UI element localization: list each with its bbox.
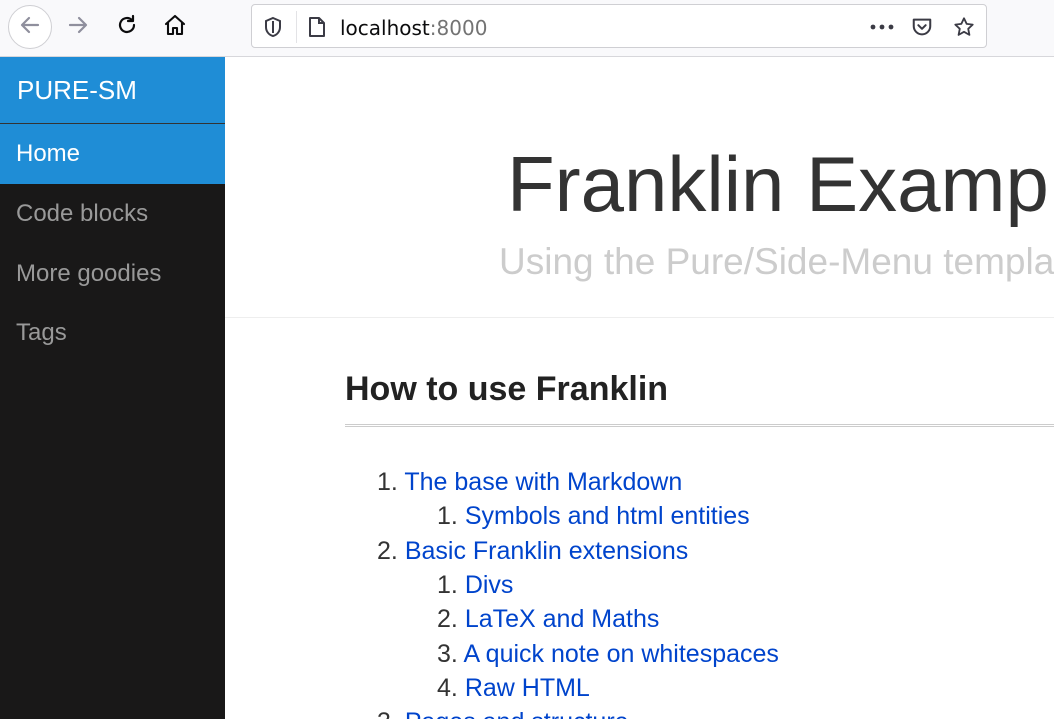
section-heading: How to use Franklin	[345, 370, 669, 408]
page-icon	[306, 16, 328, 38]
url-separator	[296, 11, 297, 43]
toc-number: 1.	[437, 571, 458, 599]
pocket-icon[interactable]	[911, 16, 933, 38]
toc-link-symbols[interactable]: Symbols and html entities	[465, 502, 750, 530]
url-text[interactable]: localhost:8000	[340, 17, 487, 39]
page-header: Franklin Exampl Using the Pure/Side-Menu…	[225, 57, 1054, 318]
toc-link-latex-maths[interactable]: LaTeX and Maths	[465, 605, 660, 633]
menu-item-tags[interactable]: Tags	[0, 303, 225, 363]
toc-number: 3.	[377, 707, 398, 719]
side-menu: PURE-SM Home Code blocks More goodies Ta…	[0, 57, 225, 719]
toc-item: 1. Symbols and html entities	[437, 501, 750, 531]
toc-number: 2.	[437, 605, 458, 633]
toc-item: 3. Pages and structure	[377, 707, 629, 719]
forward-button[interactable]	[58, 7, 98, 47]
site-brand[interactable]: PURE-SM	[0, 57, 225, 124]
shield-icon[interactable]	[262, 16, 284, 38]
toc-link-base-markdown[interactable]: The base with Markdown	[404, 468, 682, 496]
forward-arrow-icon	[66, 13, 90, 42]
toc-number: 3.	[437, 640, 458, 668]
menu-item-code-blocks[interactable]: Code blocks	[0, 184, 225, 244]
more-dots-icon[interactable]	[869, 16, 895, 38]
url-host: localhost	[340, 16, 430, 40]
toc-link-basic-extensions[interactable]: Basic Franklin extensions	[405, 537, 688, 565]
toc-link-raw-html[interactable]: Raw HTML	[465, 674, 590, 702]
toc-number: 2.	[377, 537, 398, 565]
toc-number: 1.	[437, 502, 458, 530]
menu-item-more-goodies[interactable]: More goodies	[0, 244, 225, 304]
toc-item: 2. LaTeX and Maths	[437, 604, 659, 634]
heading-divider	[345, 424, 1054, 427]
main-content: How to use Franklin 1. The base with Mar…	[345, 318, 1054, 719]
toc-item: 3. A quick note on whitespaces	[437, 639, 779, 669]
back-arrow-icon	[18, 13, 42, 42]
back-button[interactable]	[8, 5, 52, 49]
toc-link-divs[interactable]: Divs	[465, 571, 514, 599]
home-icon	[163, 13, 187, 42]
toc-link-pages-structure[interactable]: Pages and structure	[405, 708, 629, 719]
page-subtitle: Using the Pure/Side-Menu templa	[499, 241, 1054, 282]
reload-button[interactable]	[107, 7, 147, 47]
toc-item: 1. Divs	[437, 570, 513, 600]
url-port: :8000	[429, 16, 488, 40]
star-icon[interactable]	[953, 16, 975, 38]
page-title: Franklin Exampl	[507, 140, 1054, 228]
toc-item: 4. Raw HTML	[437, 673, 590, 703]
toc-number: 1.	[377, 468, 398, 496]
toc-item: 2. Basic Franklin extensions	[377, 536, 688, 566]
toc-number: 4.	[437, 674, 458, 702]
home-button[interactable]	[155, 7, 195, 47]
toc-link-whitespaces[interactable]: A quick note on whitespaces	[463, 640, 778, 668]
browser-toolbar: localhost:8000	[0, 0, 1054, 57]
menu-item-home[interactable]: Home	[0, 124, 225, 184]
toc-item: 1. The base with Markdown	[377, 467, 682, 497]
reload-icon	[115, 13, 139, 42]
url-bar[interactable]: localhost:8000	[251, 4, 987, 48]
